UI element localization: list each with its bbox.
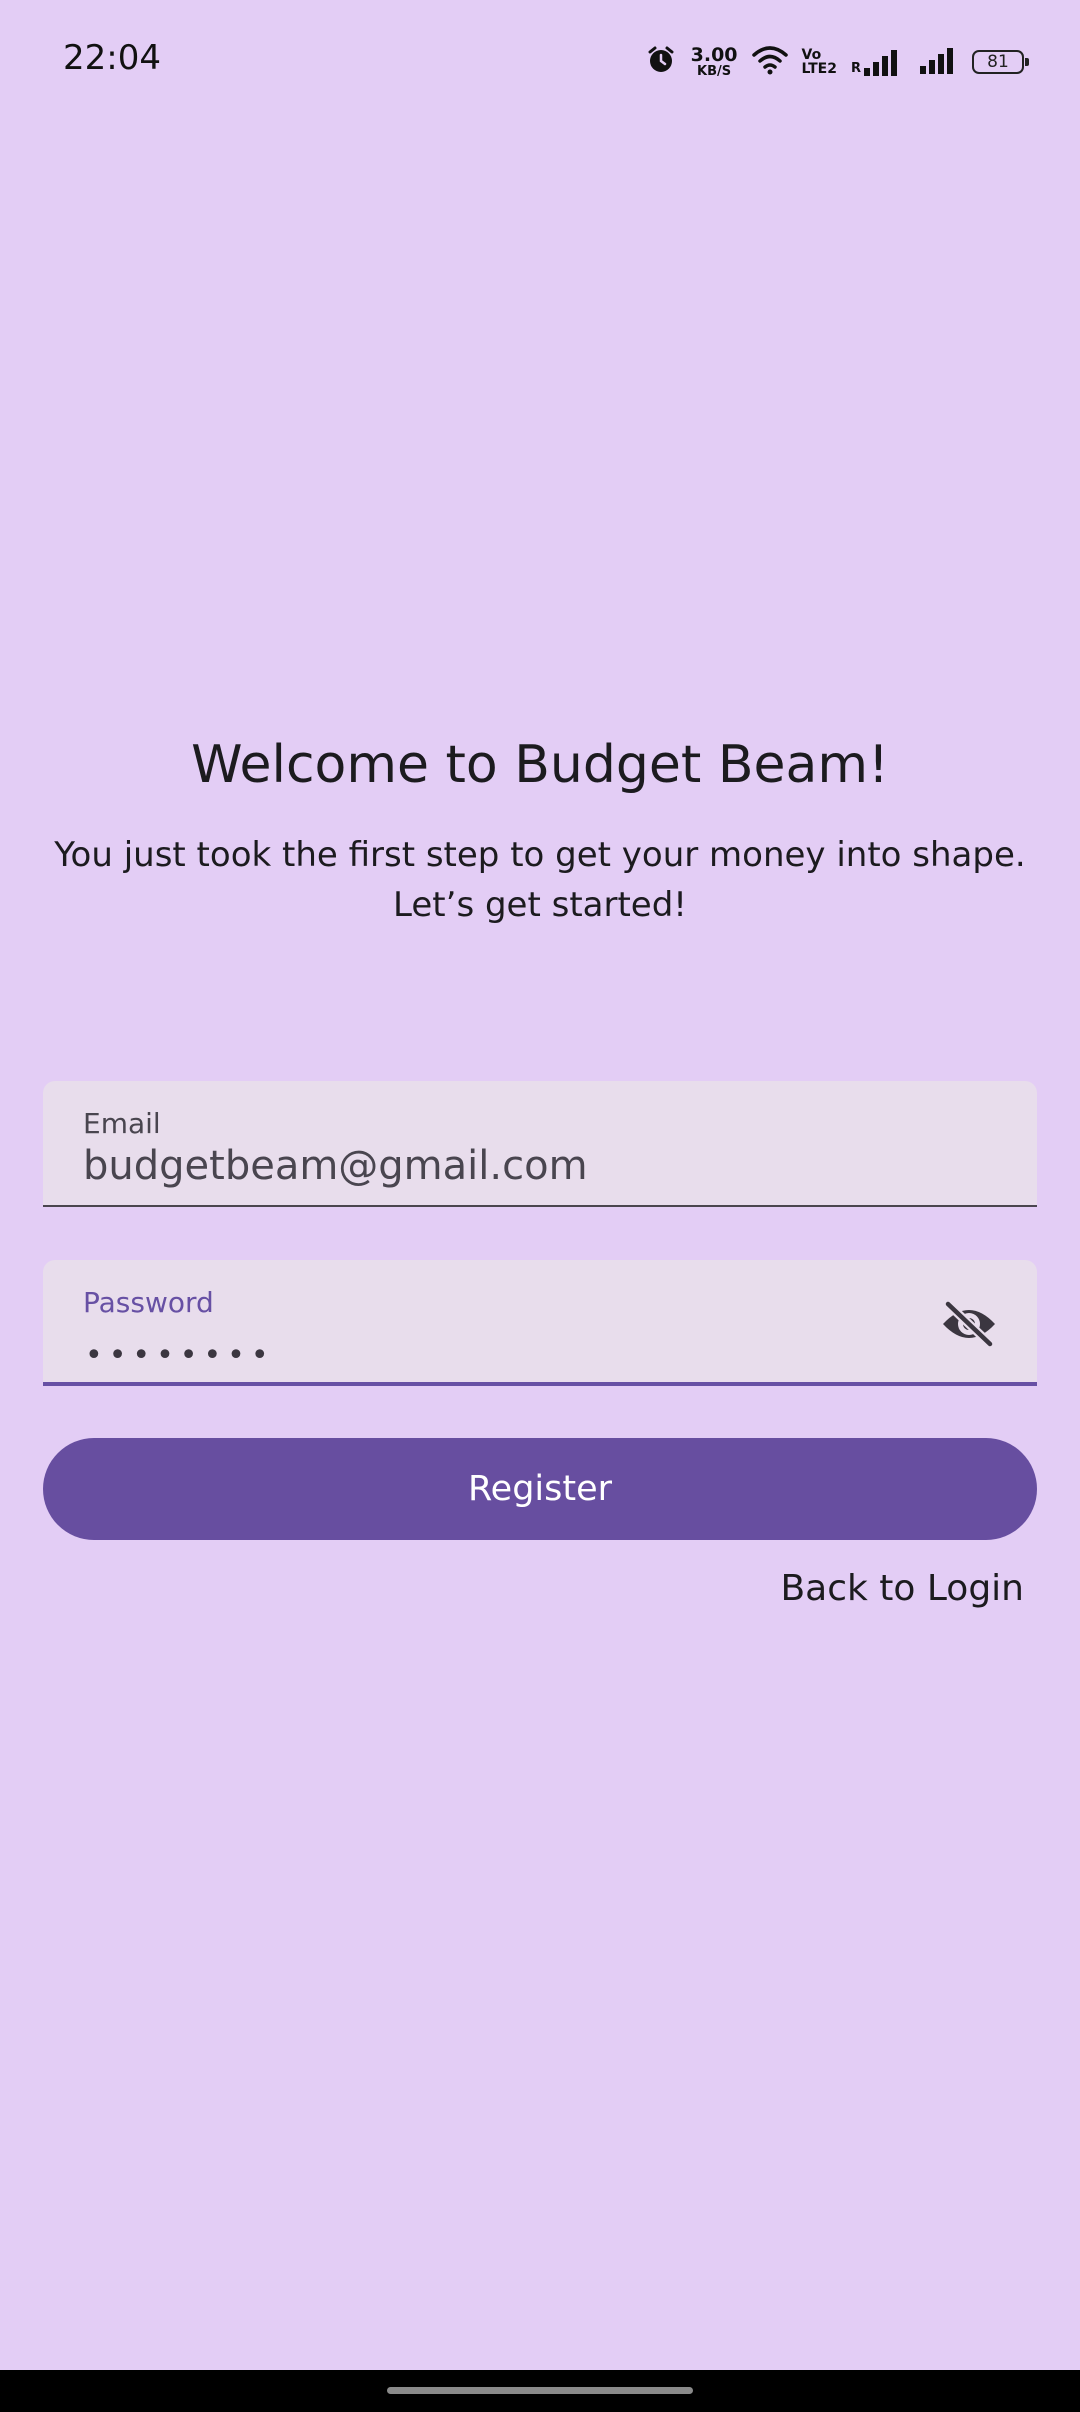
welcome-title: Welcome to Budget Beam!: [191, 735, 889, 795]
volte-bottom: LTE2: [801, 61, 837, 77]
alarm-icon: [645, 44, 677, 80]
visibility-off-icon[interactable]: [939, 1294, 999, 1354]
register-button[interactable]: Register: [43, 1438, 1037, 1540]
navigation-bar: [0, 2370, 1080, 2412]
email-field[interactable]: Email budgetbeam@gmail.com: [43, 1081, 1037, 1207]
status-time: 22:04: [63, 38, 161, 78]
status-bar: 22:04 3.00 KB/S Vo LTE2 R 81: [0, 0, 1080, 120]
status-icons: 3.00 KB/S Vo LTE2 R 81: [645, 42, 1029, 82]
email-label: Email: [83, 1107, 161, 1140]
volte-top: Vo: [801, 47, 822, 63]
signal-icon: R: [851, 48, 906, 76]
password-label: Password: [83, 1286, 214, 1319]
wifi-icon: [751, 45, 788, 79]
network-speed-unit: KB/S: [697, 64, 732, 79]
network-speed: 3.00 KB/S: [690, 44, 738, 79]
email-value[interactable]: budgetbeam@gmail.com: [83, 1143, 588, 1189]
network-speed-value: 3.00: [690, 44, 738, 66]
password-field[interactable]: Password ••••••••: [43, 1260, 1037, 1386]
battery-level: 81: [987, 52, 1009, 72]
roaming-indicator: R: [850, 61, 861, 76]
back-to-login-link[interactable]: Back to Login: [780, 1568, 1024, 1609]
welcome-subtitle-line2: Let’s get started!: [393, 885, 687, 925]
welcome-subtitle-line1: You just took the first step to get your…: [54, 835, 1026, 875]
volte-indicator: Vo LTE2: [802, 48, 837, 76]
signal-icon: [920, 46, 958, 78]
password-value[interactable]: ••••••••: [85, 1338, 275, 1373]
battery-icon: 81: [972, 50, 1029, 74]
home-gesture-handle[interactable]: [387, 2387, 693, 2394]
welcome-subtitle: You just took the first step to get your…: [40, 830, 1040, 930]
